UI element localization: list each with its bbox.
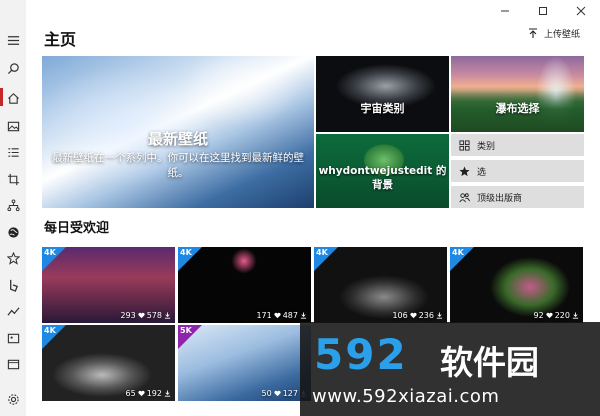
likes-count: 293 — [120, 311, 136, 320]
selection-label: 选 — [477, 167, 487, 178]
card-stats: 65 192 — [126, 389, 171, 398]
downloads-count: 578 — [146, 311, 162, 320]
bing-icon[interactable] — [3, 275, 23, 295]
universe-label: 宇宙类别 — [360, 102, 405, 115]
photo-icon[interactable] — [3, 328, 23, 348]
waterfall-selection-tile[interactable]: 瀑布选择 — [451, 56, 584, 132]
download-icon — [164, 390, 171, 397]
globe-icon[interactable] — [3, 222, 23, 242]
minimize-button[interactable] — [486, 0, 524, 22]
download-icon — [300, 312, 307, 319]
maximize-button[interactable] — [524, 0, 562, 22]
download-icon — [164, 312, 171, 319]
selection-button[interactable]: 选 — [451, 160, 584, 182]
wallpaper-card[interactable]: 4K 171 487 — [178, 247, 311, 323]
latest-wallpapers-tile[interactable]: 最新壁纸 最新壁纸在一个系列中。你可以在这里找到最新鲜的壁纸。 — [42, 56, 314, 208]
download-icon — [436, 312, 443, 319]
whydontwejustedit-tile[interactable]: whydontwejustedit 的背景 — [316, 134, 449, 208]
downloads-count: 127 — [282, 389, 298, 398]
wallpaper-card[interactable]: 4K 92 220 — [450, 247, 583, 323]
download-icon — [572, 312, 579, 319]
badge-text: 4K — [180, 248, 192, 257]
badge-text: 4K — [44, 248, 56, 257]
card-stats: 92 220 — [534, 311, 579, 320]
downloads-count: 236 — [418, 311, 434, 320]
site-watermark: 592 软件园 www.592xiazai.com — [300, 322, 600, 416]
top-publishers-button[interactable]: 顶级出版商 — [451, 186, 584, 208]
hero-title: 最新壁纸 — [147, 130, 208, 148]
settings-icon[interactable] — [3, 389, 23, 409]
card-stats: 171 487 — [256, 311, 307, 320]
waterfall-label: 瀑布选择 — [495, 102, 540, 115]
maximize-icon — [539, 7, 547, 15]
wallpaper-card[interactable]: 5K 50 127 — [178, 325, 311, 401]
trend-icon[interactable] — [3, 301, 23, 321]
upload-label: 上传壁纸 — [544, 30, 581, 40]
wallpaper-card[interactable]: 4K 65 192 — [42, 325, 175, 401]
daily-popular-title: 每日受欢迎 — [44, 221, 110, 236]
minimize-icon — [501, 10, 509, 12]
wallpaper-card[interactable]: 4K 106 236 — [314, 247, 447, 323]
hero-description: 最新壁纸在一个系列中。你可以在这里找到最新鲜的壁纸。 — [52, 152, 304, 179]
search-icon[interactable] — [3, 58, 23, 78]
badge-text: 4K — [316, 248, 328, 257]
watermark-logo: 592 — [314, 330, 408, 379]
card-stats: 293 578 — [120, 311, 171, 320]
watermark-url: www.592xiazai.com — [312, 386, 500, 407]
wallpaper-card[interactable]: 4K 293 578 — [42, 247, 175, 323]
badge-text: 4K — [452, 248, 464, 257]
heart-icon — [410, 312, 417, 319]
categories-button[interactable]: 类别 — [451, 134, 584, 156]
page-title: 主页 — [44, 30, 77, 49]
list-icon[interactable] — [3, 142, 23, 162]
watermark-name: 软件园 — [440, 343, 539, 382]
badge-text: 5K — [180, 326, 192, 335]
heart-icon — [138, 312, 145, 319]
star-icon — [458, 165, 470, 176]
heart-icon — [274, 390, 281, 397]
edit-label: whydontwejustedit 的背景 — [318, 165, 447, 191]
window-controls — [486, 0, 600, 22]
home-icon[interactable] — [3, 88, 23, 108]
downloads-count: 192 — [146, 389, 162, 398]
tree-icon[interactable] — [3, 195, 23, 215]
universe-category-tile[interactable]: 宇宙类别 — [316, 56, 449, 132]
downloads-count: 487 — [282, 311, 298, 320]
categories-label: 类别 — [477, 141, 496, 152]
upload-icon — [529, 28, 537, 38]
bookmark-icon[interactable] — [3, 354, 23, 374]
heart-icon — [546, 312, 553, 319]
likes-count: 50 — [261, 389, 272, 398]
likes-count: 171 — [256, 311, 272, 320]
likes-count: 92 — [533, 311, 544, 320]
star-icon[interactable] — [3, 248, 23, 268]
upload-wallpaper-button[interactable]: 上传壁纸 — [528, 27, 580, 40]
crop-icon[interactable] — [3, 169, 23, 189]
likes-count: 106 — [392, 311, 408, 320]
heart-icon — [138, 390, 145, 397]
grid-icon — [458, 139, 470, 151]
heart-icon — [274, 312, 281, 319]
top-publishers-label: 顶级出版商 — [477, 193, 523, 204]
close-button[interactable] — [562, 0, 600, 22]
image-icon[interactable] — [3, 116, 23, 136]
downloads-count: 220 — [554, 311, 570, 320]
likes-count: 65 — [125, 389, 136, 398]
menu-icon[interactable] — [3, 30, 23, 50]
people-icon — [458, 192, 470, 202]
badge-text: 4K — [44, 326, 56, 335]
navigation-rail — [0, 0, 26, 416]
close-icon — [576, 6, 586, 16]
card-stats: 106 236 — [392, 311, 443, 320]
